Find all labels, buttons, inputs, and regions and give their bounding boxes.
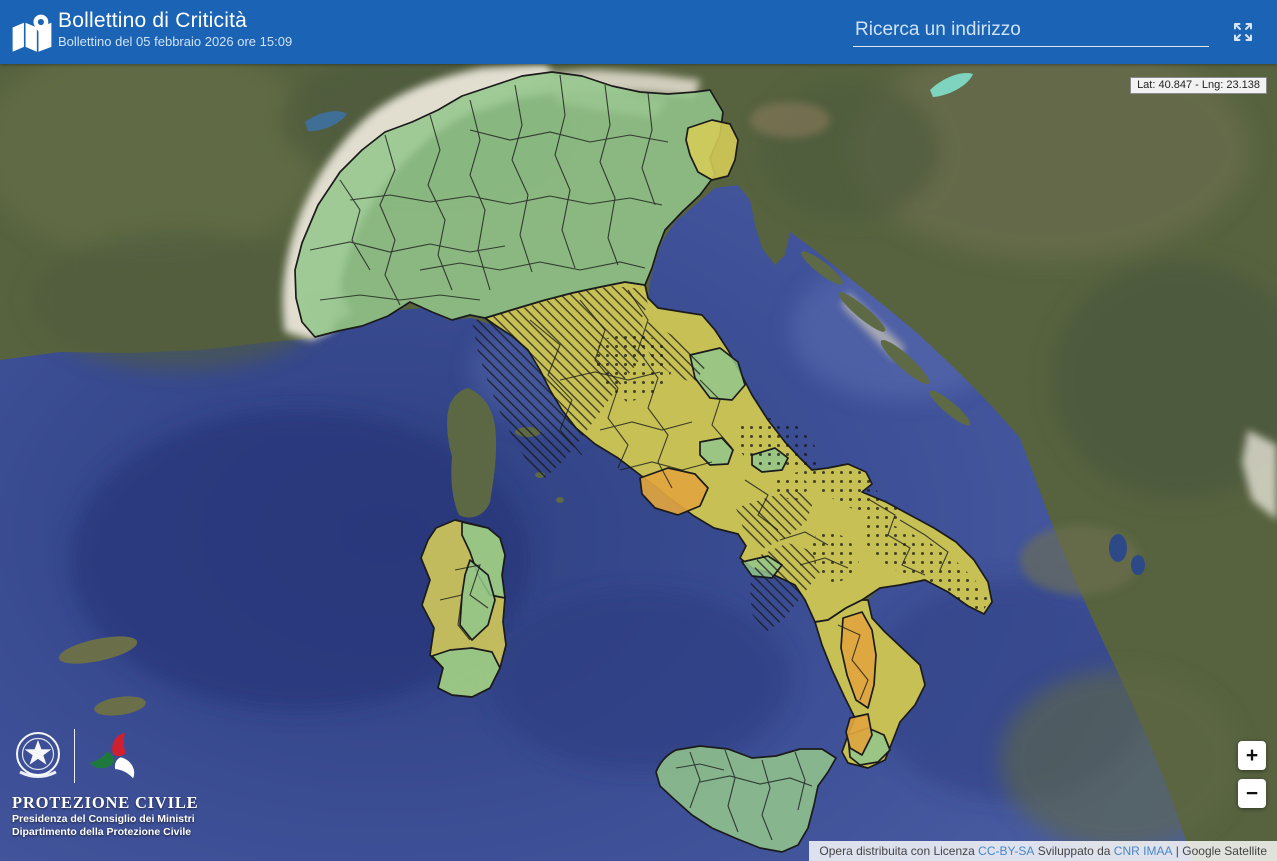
page-subtitle: Bollettino del 05 febbraio 2026 ore 15:0… [58, 34, 293, 49]
map-pin-icon [12, 14, 52, 52]
lake-ohrid [1109, 534, 1127, 562]
base-layer-label: Google Satellite [1182, 844, 1267, 858]
lake-prespa [1131, 555, 1145, 575]
developer-link[interactable]: CNR IMAA [1114, 844, 1173, 858]
coordinates-badge: Lat: 40.847 - Lng: 23.138 [1130, 77, 1267, 94]
bollettino-criticita-app: Bollettino di Criticità Bollettino del 0… [0, 0, 1277, 861]
header-titles: Bollettino di Criticità Bollettino del 0… [58, 9, 292, 50]
org-line-1: Presidenza del Consiglio dei Ministri [12, 813, 195, 825]
attribution-separator: | [1172, 844, 1183, 858]
logo-divider [74, 729, 75, 783]
address-search-input[interactable] [853, 17, 1209, 47]
license-link[interactable]: CC-BY-SA [978, 844, 1034, 858]
page-title: Bollettino di Criticità [58, 9, 248, 32]
corsica [447, 388, 497, 518]
attribution-bar: Opera distribuita con Licenza CC-BY-SA S… [809, 841, 1277, 861]
protezione-civile-branding: PROTEZIONE CIVILE Presidenza del Consigl… [12, 725, 198, 839]
attribution-prefix: Opera distribuita con Licenza [819, 844, 979, 858]
header-bar: Bollettino di Criticità Bollettino del 0… [0, 0, 1277, 64]
header-brand: Bollettino di Criticità Bollettino del 0… [10, 9, 292, 55]
protezione-civile-icon [89, 733, 135, 779]
republic-emblem-icon [16, 732, 60, 778]
zoom-controls: + − [1238, 741, 1266, 808]
fullscreen-icon[interactable] [1231, 20, 1255, 44]
org-name: PROTEZIONE CIVILE [12, 793, 199, 812]
org-line-2: Dipartimento della Protezione Civile [12, 826, 192, 838]
attribution-middle: Sviluppato da [1034, 844, 1114, 858]
zoom-in-button[interactable]: + [1238, 741, 1266, 770]
zoom-out-button[interactable]: − [1238, 779, 1266, 808]
